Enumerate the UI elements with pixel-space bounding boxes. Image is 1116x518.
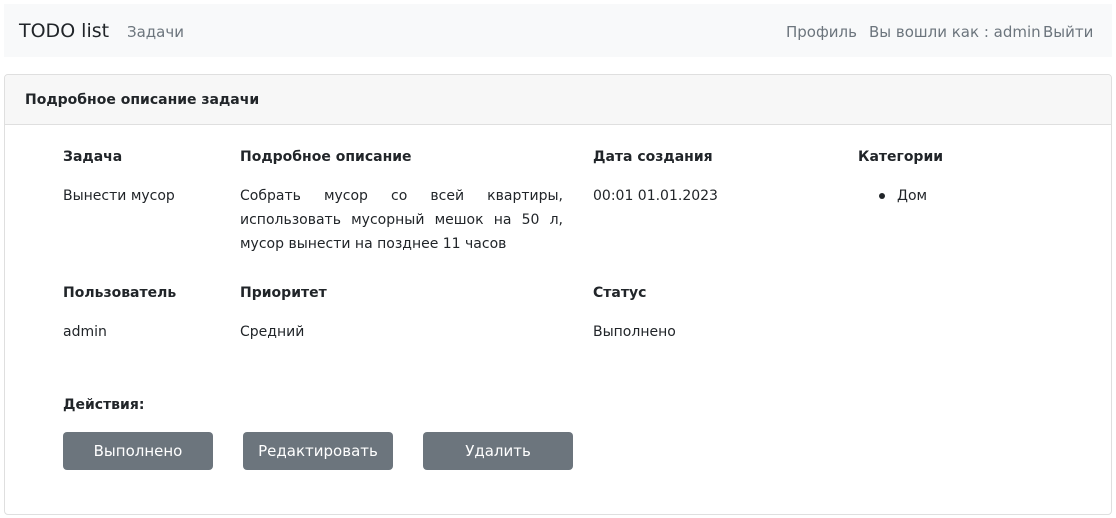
priority-value: Средний	[240, 324, 305, 340]
categories-list: Дом	[879, 184, 927, 208]
description-value: Собрать мусор со всей квартиры, использо…	[240, 188, 563, 252]
priority-label: Приоритет	[240, 285, 327, 301]
task-detail-card: Подробное описание задачи Задача Подробн…	[4, 74, 1112, 515]
status-value: Выполнено	[593, 324, 676, 340]
task-label: Задача	[63, 149, 123, 165]
categories-label: Категории	[858, 149, 944, 165]
nav-link-logout[interactable]: Выйти	[1043, 23, 1093, 41]
created-date-value: 00:01 01.01.2023	[593, 188, 718, 204]
logged-in-as-text: Вы вошли как : admin	[869, 23, 1041, 41]
nav-link-tasks[interactable]: Задачи	[127, 23, 184, 41]
mark-done-button[interactable]: Выполнено	[63, 432, 213, 470]
category-item: Дом	[879, 184, 927, 208]
card-title: Подробное описание задачи	[25, 92, 260, 108]
user-value: admin	[63, 324, 107, 340]
edit-button[interactable]: Редактировать	[243, 432, 393, 470]
navbar: TODO list Задачи Профиль Вы вошли как : …	[4, 4, 1112, 57]
brand-link[interactable]: TODO list	[19, 20, 109, 42]
status-label: Статус	[593, 285, 647, 301]
actions-label: Действия:	[63, 397, 145, 413]
description-label: Подробное описание	[240, 149, 412, 165]
delete-button[interactable]: Удалить	[423, 432, 573, 470]
user-label: Пользователь	[63, 285, 177, 301]
created-date-label: Дата создания	[593, 149, 713, 165]
nav-link-profile[interactable]: Профиль	[786, 23, 857, 41]
card-header: Подробное описание задачи	[5, 75, 1111, 125]
task-value: Вынести мусор	[63, 188, 175, 204]
